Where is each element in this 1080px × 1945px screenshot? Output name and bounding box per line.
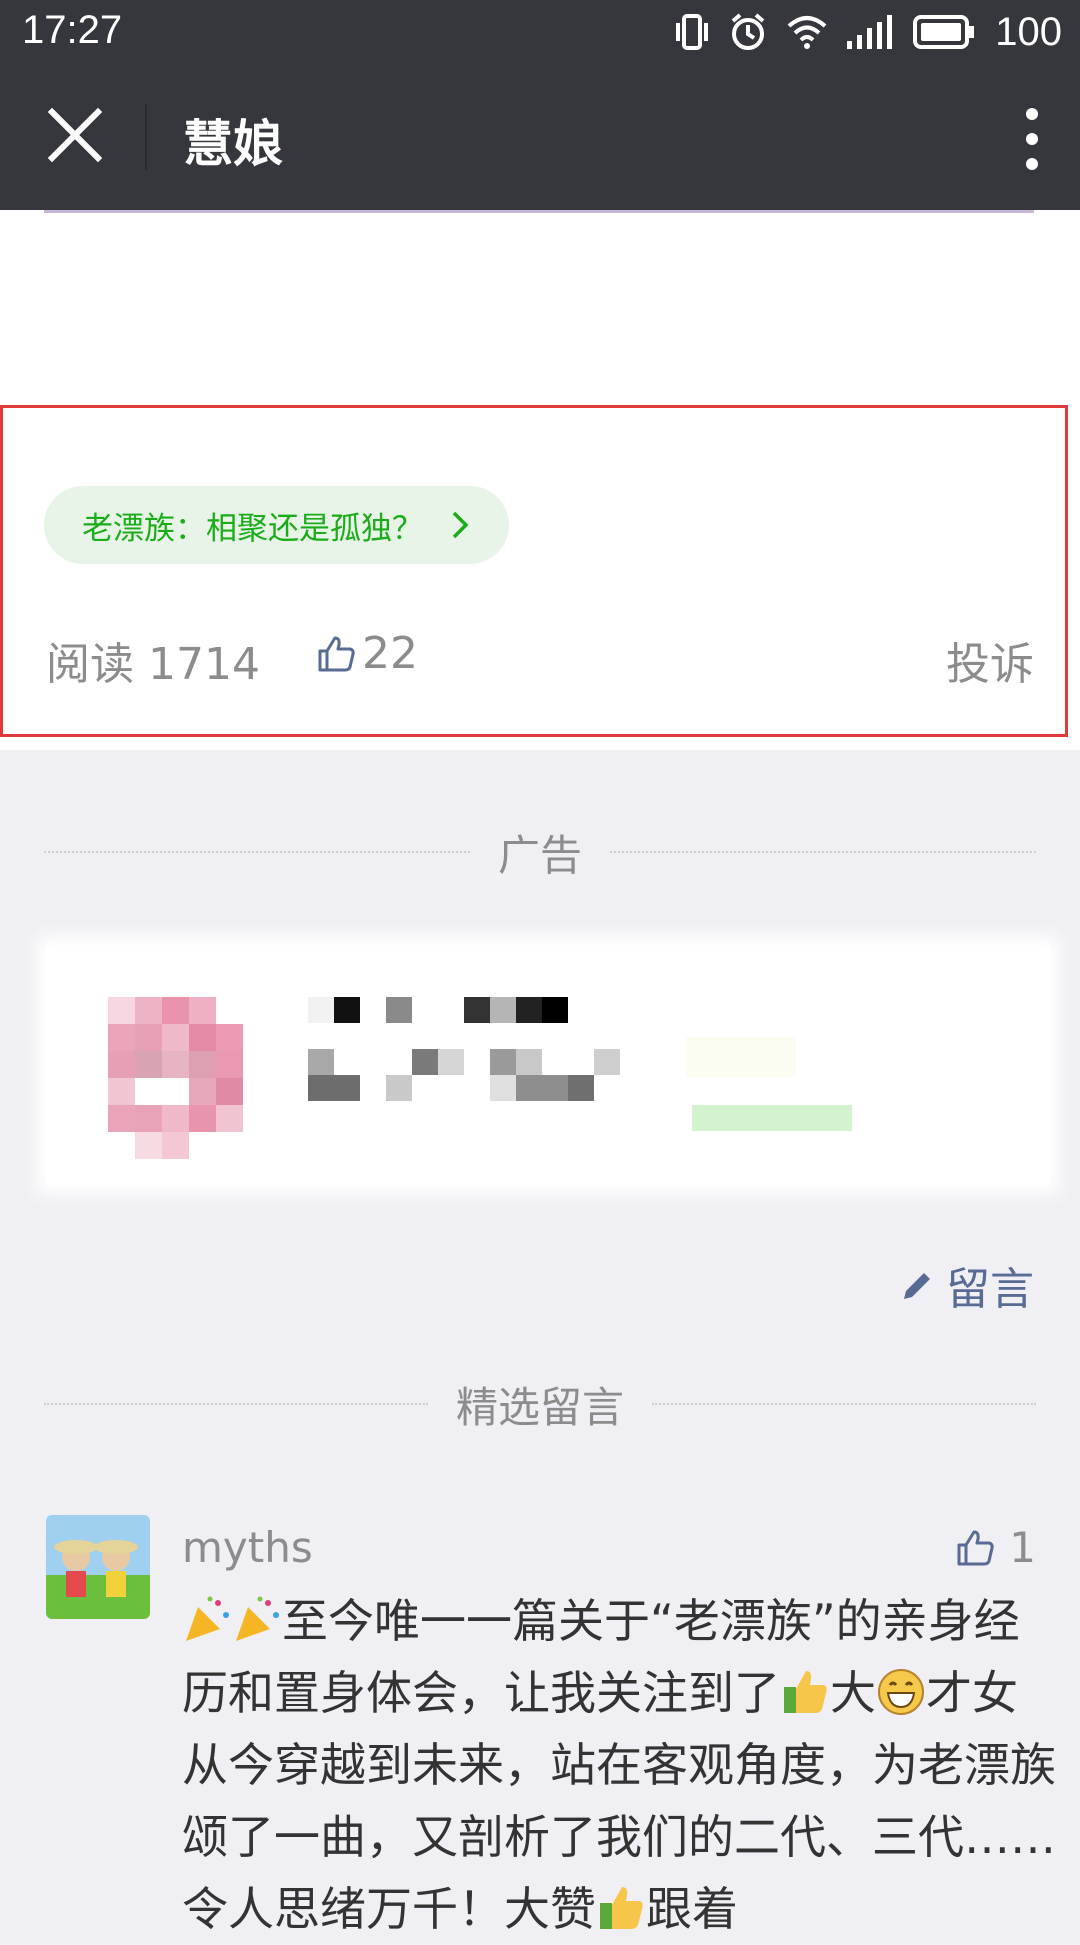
related-article-label: 老漂族：相聚还是孤独？: [82, 510, 423, 547]
battery-level: 100: [995, 9, 1062, 54]
pencil-icon: [904, 1273, 930, 1299]
write-comment-button[interactable]: 留言: [900, 1253, 1034, 1317]
ad-section-label: 广告: [498, 830, 583, 880]
ad-section-header: 广告: [44, 822, 1037, 882]
party-popper-icon: [236, 1596, 279, 1641]
divider: [44, 1403, 428, 1405]
title-bar: 慧娘: [0, 64, 1080, 210]
avatar[interactable]: [46, 1515, 150, 1619]
title-separator: [145, 104, 147, 170]
thumbs-up-emoji-icon: [600, 1887, 643, 1929]
ad-button-redacted-top: [686, 1037, 796, 1077]
like-button[interactable]: 22: [316, 628, 418, 679]
page-title: 慧娘: [183, 115, 283, 173]
thumbs-up-emoji-icon: [784, 1671, 827, 1713]
article-meta: 阅读 1714 22 投诉: [46, 628, 1034, 690]
vibrate-icon: [676, 14, 709, 50]
ad-text-redacted: [308, 997, 620, 1117]
comment-text-part: 大: [830, 1666, 876, 1720]
report-link[interactable]: 投诉: [946, 628, 1034, 692]
featured-comments-label: 精选留言: [456, 1382, 625, 1432]
comment-text-part: 跟着: [646, 1882, 738, 1936]
featured-comments-header: 精选留言: [44, 1374, 1037, 1434]
status-icons: 100: [675, 6, 1062, 58]
ad-card[interactable]: [46, 945, 1050, 1185]
party-popper-icon: [186, 1596, 229, 1641]
comment-like-count: 1: [1009, 1523, 1036, 1572]
status-time: 17:27: [22, 8, 123, 52]
divider: [44, 210, 1034, 213]
status-bar: 17:27 100: [0, 0, 1080, 64]
related-article-link[interactable]: 老漂族：相聚还是孤独？: [44, 486, 509, 564]
comment-like-button[interactable]: 1: [955, 1523, 1036, 1572]
more-vertical-icon[interactable]: [1020, 104, 1044, 174]
divider: [652, 1403, 1037, 1405]
wifi-icon: [787, 16, 827, 49]
close-icon[interactable]: [44, 104, 106, 166]
like-count: 22: [362, 628, 418, 679]
chevron-right-icon: [452, 511, 469, 539]
read-count: 阅读 1714: [46, 639, 260, 690]
ad-logo-image: [108, 997, 268, 1162]
thumbs-up-icon: [318, 636, 355, 671]
comment-nickname: myths: [182, 1523, 313, 1572]
thumbs-up-icon: [957, 1530, 994, 1565]
ad-button-redacted[interactable]: [692, 1105, 852, 1131]
divider: [44, 851, 470, 853]
signal-icon: [847, 15, 893, 49]
grin-emoji-icon: [878, 1669, 924, 1715]
alarm-icon: [731, 13, 765, 50]
comment-text: 至今唯一一篇关于“老漂族”的亲身经历和置身体会，让我关注到了 大 才女从今穿越到…: [182, 1585, 1062, 1945]
write-comment-label: 留言: [946, 1264, 1034, 1315]
battery-icon: [913, 15, 975, 49]
divider: [610, 851, 1037, 853]
